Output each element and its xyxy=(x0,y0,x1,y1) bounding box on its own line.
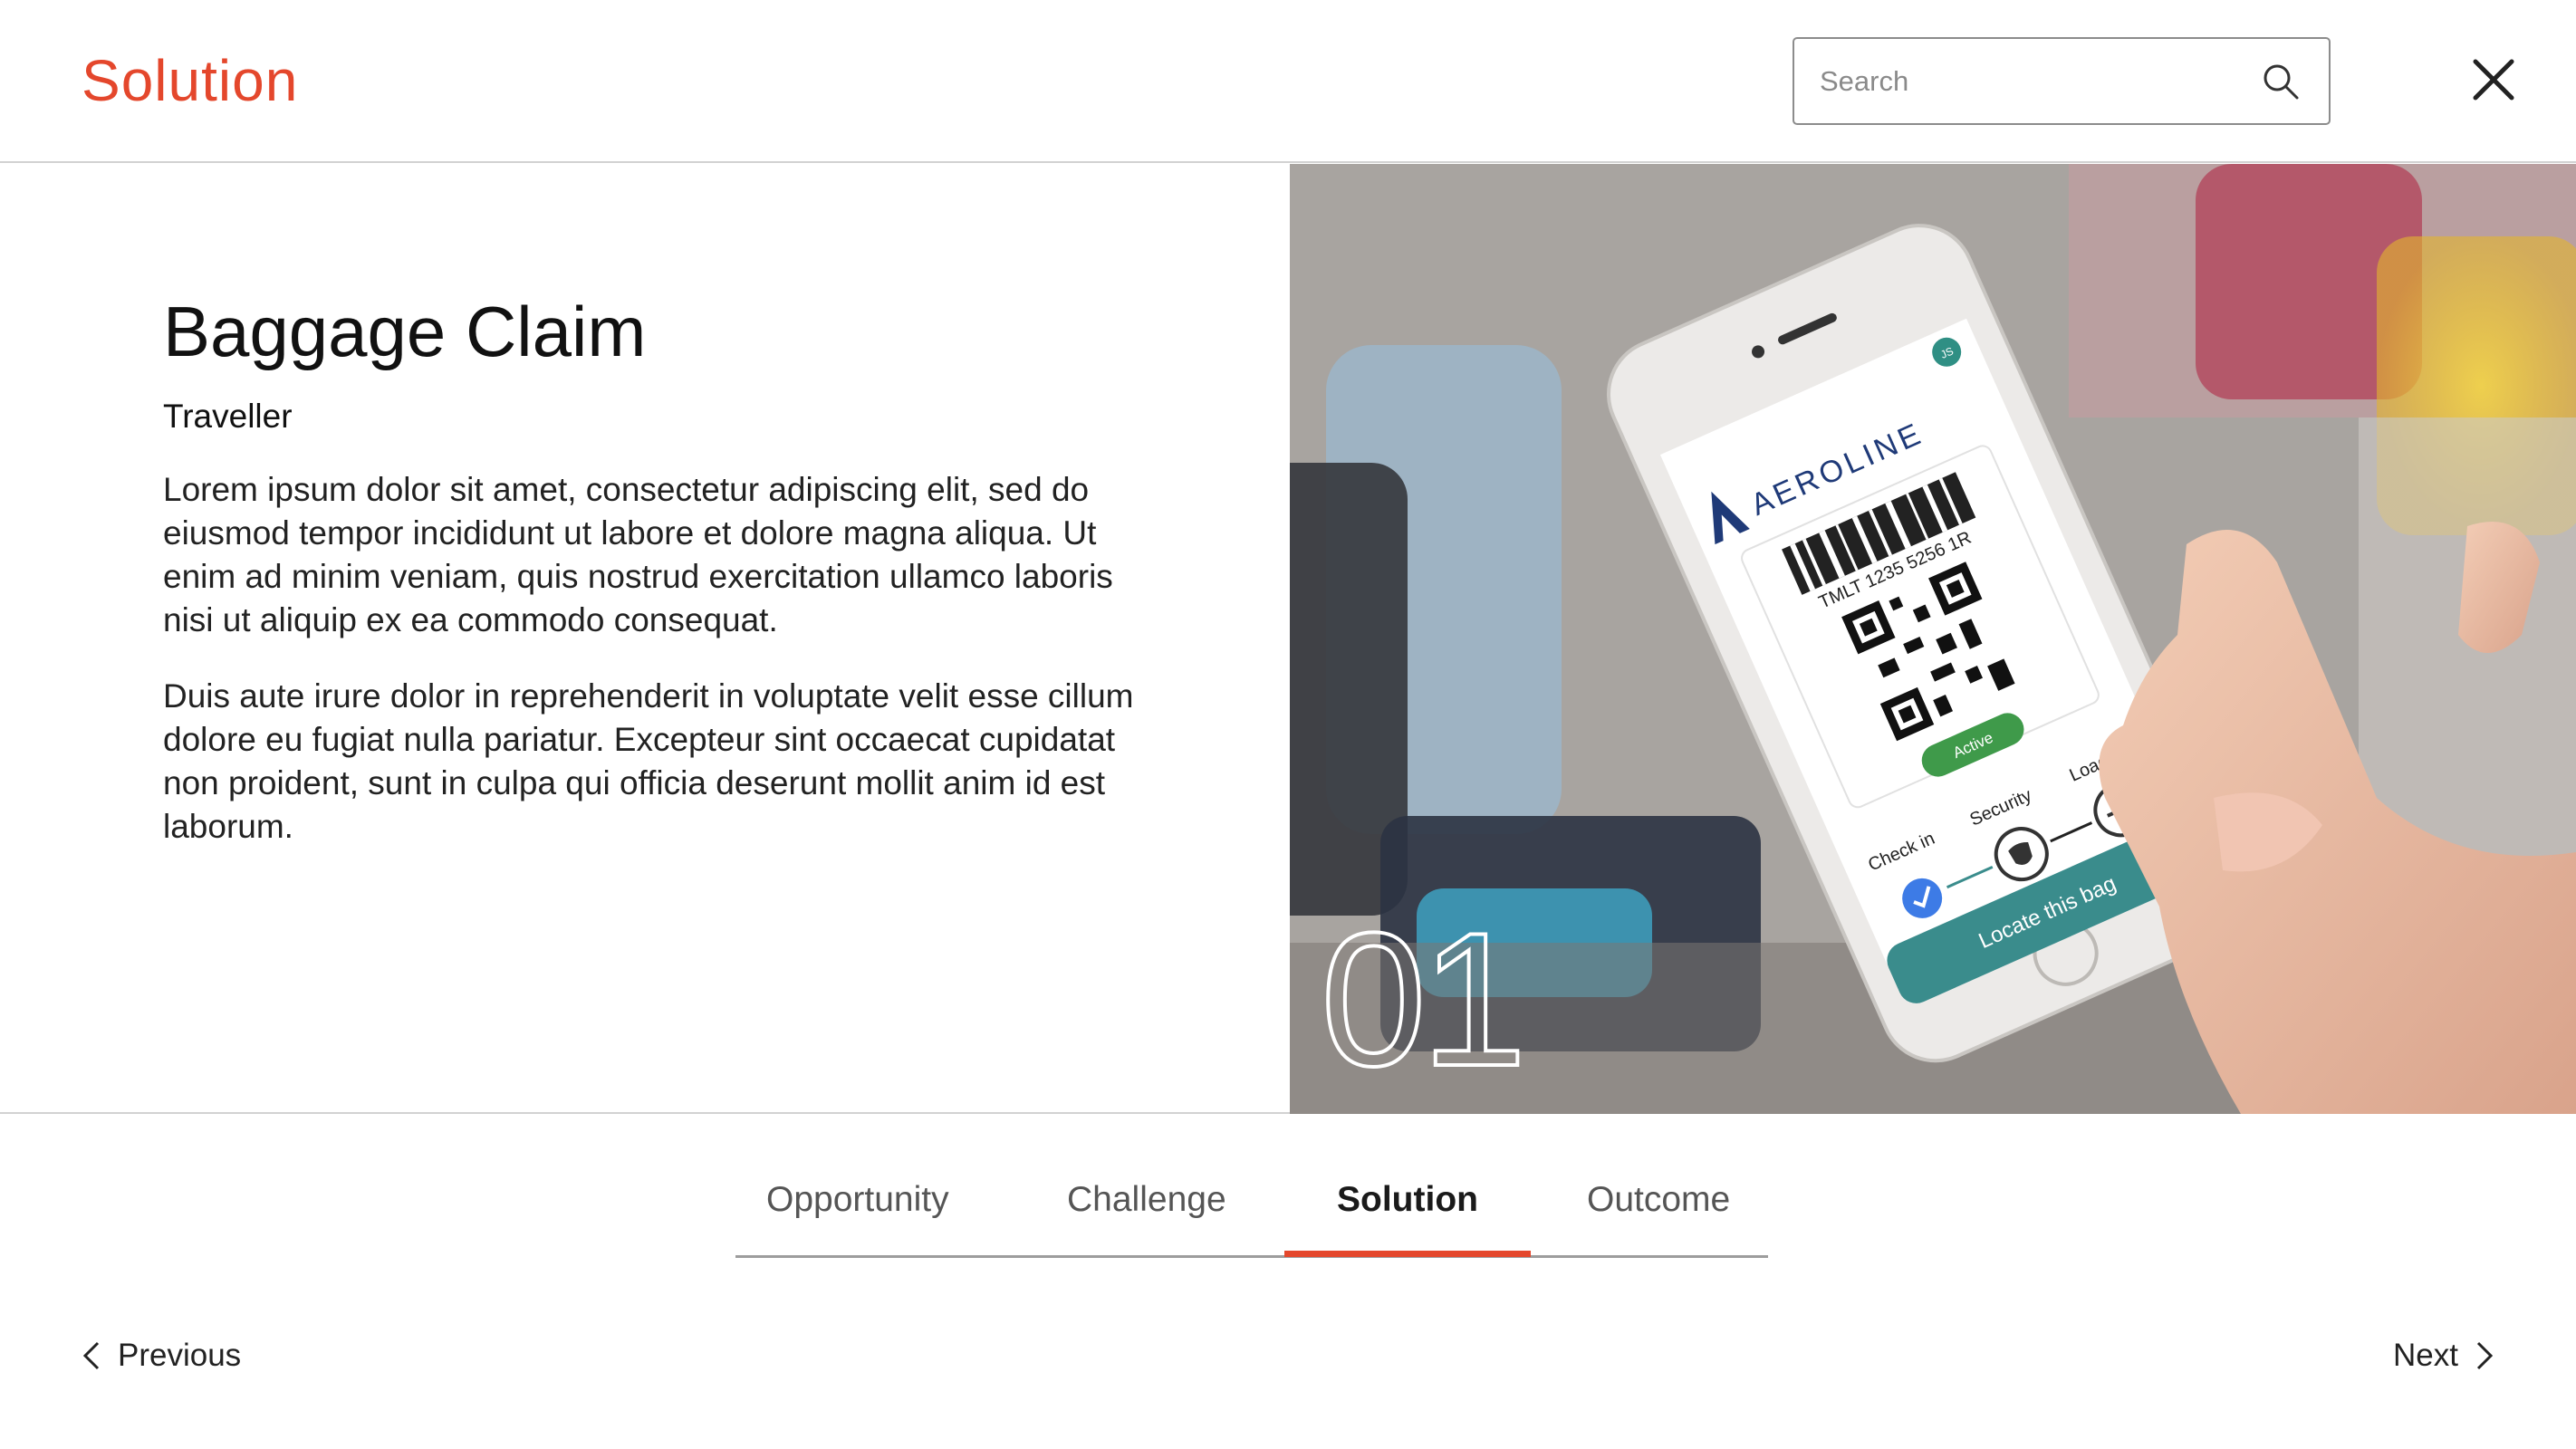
close-icon[interactable] xyxy=(2471,57,2516,102)
active-tab-indicator xyxy=(1284,1251,1531,1257)
page-title: Solution xyxy=(82,48,299,113)
tab-opportunity[interactable]: Opportunity xyxy=(766,1180,949,1220)
story-title: Baggage Claim xyxy=(163,292,647,371)
text-panel: Baggage Claim Traveller Lorem ipsum dolo… xyxy=(0,164,1290,1114)
tab-outcome[interactable]: Outcome xyxy=(1587,1180,1730,1220)
next-button[interactable]: Next xyxy=(2393,1335,2494,1377)
story-subtitle: Traveller xyxy=(163,398,293,435)
previous-button[interactable]: Previous xyxy=(82,1335,241,1377)
previous-label: Previous xyxy=(118,1338,242,1373)
chevron-left-icon xyxy=(82,1341,100,1370)
search-input[interactable] xyxy=(1820,39,2227,123)
slide-number: 01 xyxy=(1319,893,1529,1106)
section-tabs: Opportunity Challenge Solution Outcome xyxy=(735,1146,1768,1258)
next-label: Next xyxy=(2393,1338,2458,1373)
hero-image: JS AEROLINE TMLT 1235 5256 1R Active Che… xyxy=(1290,164,2576,1114)
content-area: Baggage Claim Traveller Lorem ipsum dolo… xyxy=(0,164,2576,1114)
story-paragraph-1: Lorem ipsum dolor sit amet, consectetur … xyxy=(163,471,1113,638)
story-paragraph-2: Duis aute irure dolor in reprehenderit i… xyxy=(163,677,1134,845)
search-icon[interactable] xyxy=(2262,62,2300,101)
header: Solution xyxy=(0,0,2576,163)
tab-solution[interactable]: Solution xyxy=(1337,1180,1478,1220)
chevron-right-icon xyxy=(2476,1341,2494,1370)
search-box[interactable] xyxy=(1793,37,2331,125)
tab-challenge[interactable]: Challenge xyxy=(1067,1180,1226,1220)
